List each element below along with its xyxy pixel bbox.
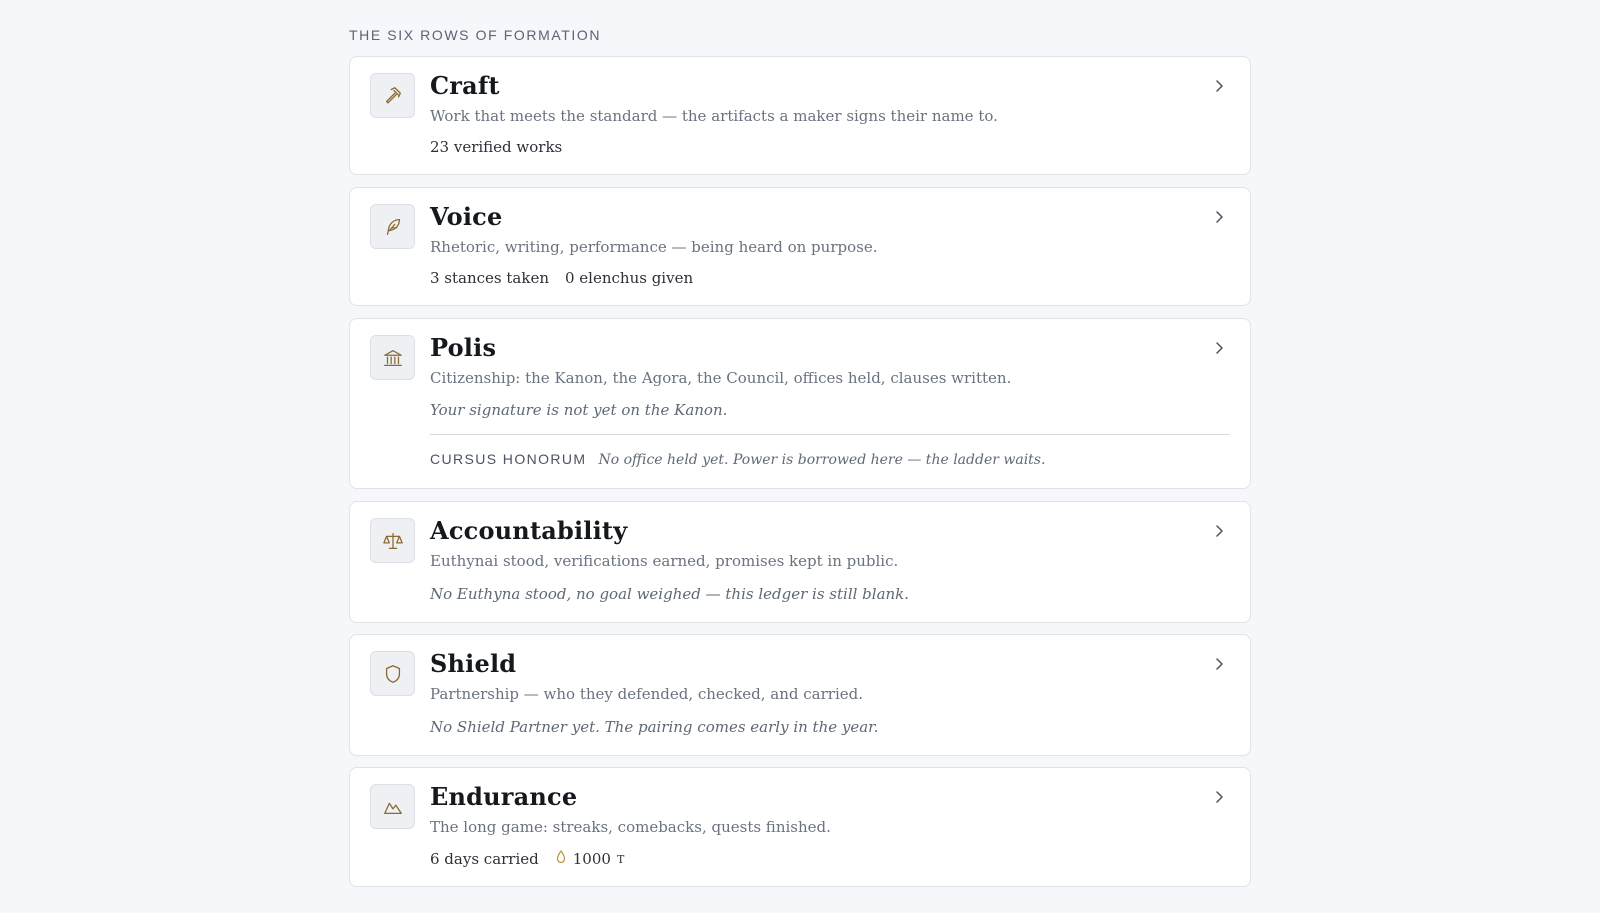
chevron-right-icon xyxy=(1216,211,1223,223)
row-title: Accountability xyxy=(430,516,628,545)
row-title: Craft xyxy=(430,71,500,100)
row-note: No Euthyna stood, no goal weighed — this… xyxy=(430,585,910,603)
row-card-endurance[interactable]: Endurance The long game: streaks, comeba… xyxy=(349,767,1251,887)
row-stats: 23 verified works xyxy=(430,138,562,156)
stat-verified-works: 23 verified works xyxy=(430,138,563,156)
row-stats: 6 days carried 1000 T xyxy=(430,850,624,868)
row-card-accountability[interactable]: Accountability Euthynai stood, verificat… xyxy=(349,501,1251,623)
row-description: Work that meets the standard — the artif… xyxy=(430,107,998,125)
row-description: Partnership — who they defended, checked… xyxy=(430,685,864,703)
quill-icon xyxy=(370,204,415,249)
cursus-honorum: CURSUS HONORUM No office held yet. Power… xyxy=(430,451,1045,468)
row-stats: 3 stances taken 0 elenchus given xyxy=(430,269,693,287)
shield-icon xyxy=(370,651,415,696)
divider xyxy=(430,434,1230,435)
row-title: Shield xyxy=(430,649,517,678)
row-note: Your signature is not yet on the Kanon. xyxy=(430,401,728,419)
chevron-right-icon xyxy=(1216,791,1223,803)
stat-days-carried: 6 days carried xyxy=(430,850,539,868)
cursus-label: CURSUS HONORUM xyxy=(430,451,587,467)
chevron-right-icon xyxy=(1216,658,1223,670)
mountain-icon xyxy=(370,784,415,829)
row-card-shield[interactable]: Shield Partnership — who they defended, … xyxy=(349,634,1251,756)
row-description: Euthynai stood, verifications earned, pr… xyxy=(430,552,899,570)
row-card-craft[interactable]: Craft Work that meets the standard — the… xyxy=(349,56,1251,175)
row-note: No Shield Partner yet. The pairing comes… xyxy=(430,718,879,736)
flame-unit: T xyxy=(616,852,625,866)
row-card-polis[interactable]: Polis Citizenship: the Kanon, the Agora,… xyxy=(349,318,1251,489)
flame-value: 1000 xyxy=(572,850,611,868)
stat-elenchus-given: 0 elenchus given xyxy=(564,269,694,287)
chevron-right-icon xyxy=(1216,80,1223,92)
row-description: The long game: streaks, comebacks, quest… xyxy=(430,818,831,836)
scales-icon xyxy=(370,518,415,563)
hammer-icon xyxy=(370,73,415,118)
row-description: Rhetoric, writing, performance — being h… xyxy=(430,238,878,256)
columns-building-icon xyxy=(370,335,415,380)
section-heading: THE SIX ROWS OF FORMATION xyxy=(349,27,602,43)
stat-flame-balance: 1000 T xyxy=(555,850,625,868)
row-title: Endurance xyxy=(430,782,578,811)
flame-icon xyxy=(555,850,567,868)
chevron-right-icon xyxy=(1216,342,1223,354)
stat-stances-taken: 3 stances taken xyxy=(430,269,549,287)
row-title: Polis xyxy=(430,333,497,362)
row-card-voice[interactable]: Voice Rhetoric, writing, performance — b… xyxy=(349,187,1251,306)
row-title: Voice xyxy=(430,202,503,231)
chevron-right-icon xyxy=(1216,525,1223,537)
cursus-text: No office held yet. Power is borrowed he… xyxy=(598,452,1046,468)
row-description: Citizenship: the Kanon, the Agora, the C… xyxy=(430,369,1012,387)
